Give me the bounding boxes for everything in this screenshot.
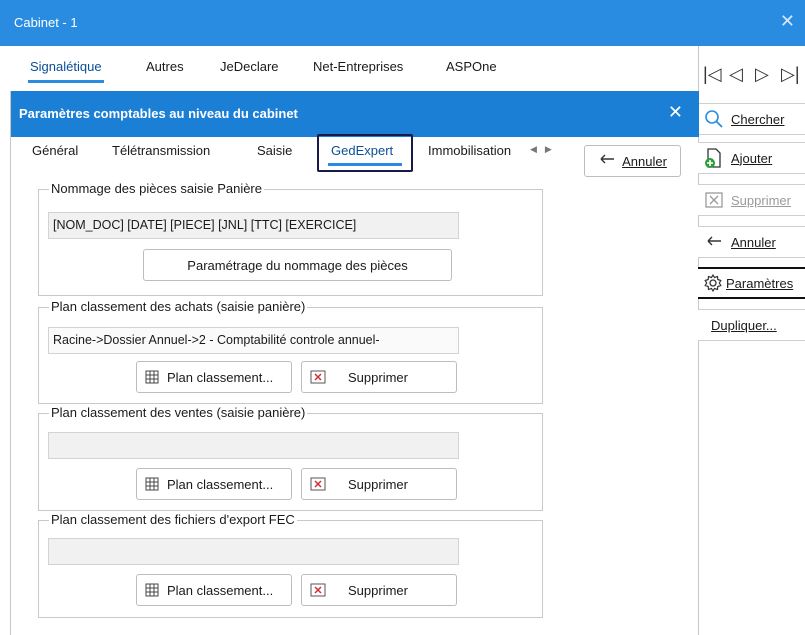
tab-aspone[interactable]: ASPOne [446,59,497,74]
group-plan-achats: Plan classement des achats (saisie paniè… [38,299,543,404]
grid-icon [145,477,159,491]
parametres-button[interactable]: Paramètres [696,267,805,299]
ajouter-button[interactable]: Ajouter [696,142,805,174]
tab-gedexpert[interactable]: GedExpert [317,134,413,172]
annuler-label: Annuler [622,153,667,169]
tab-gedexpert-label: GedExpert [331,143,394,158]
undo-icon [703,231,725,253]
next-record-icon[interactable]: ▷ [755,64,769,85]
plan-classement-label: Plan classement... [167,582,274,598]
right-action-panel: |◁ ◁ ▷ ▷| Chercher Ajouter Supprimer Ann… [696,46,805,635]
group-legend: Plan classement des fichiers d'export FE… [49,512,297,527]
dupliquer-label: Dupliquer... [711,317,777,333]
plan-classement-fec-button[interactable]: Plan classement... [136,574,292,606]
plan-achats-field[interactable]: Racine->Dossier Annuel->2 - Comptabilité… [48,327,459,354]
record-navigation: |◁ ◁ ▷ ▷| [699,64,805,88]
supprimer-achats-button[interactable]: Supprimer [301,361,457,393]
dialog-title-bar: Paramètres comptables au niveau du cabin… [11,91,699,137]
last-record-icon[interactable]: ▷| [781,64,800,85]
annuler-side-button[interactable]: Annuler [696,226,805,258]
supprimer-fec-button[interactable]: Supprimer [301,574,457,606]
supprimer-ventes-button[interactable]: Supprimer [301,468,457,500]
outer-tab-bar: Signalétique Autres JeDeclare Net-Entrep… [0,46,698,92]
delete-icon [703,189,725,211]
group-plan-fec: Plan classement des fichiers d'export FE… [38,512,543,618]
annuler-side-label: Annuler [731,234,776,250]
parametres-dialog: Paramètres comptables au niveau du cabin… [10,91,699,635]
plan-classement-achats-button[interactable]: Plan classement... [136,361,292,393]
grid-icon [145,370,159,384]
undo-icon [598,153,616,170]
outer-close-icon[interactable]: ✕ [780,11,795,32]
plan-classement-label: Plan classement... [167,476,274,492]
plan-fec-field[interactable] [48,538,459,565]
dialog-title: Paramètres comptables au niveau du cabin… [19,106,298,121]
parametrage-nommage-button[interactable]: Paramétrage du nommage des pièces [143,249,452,281]
group-legend: Nommage des pièces saisie Panière [49,181,264,196]
group-plan-ventes: Plan classement des ventes (saisie paniè… [38,405,543,511]
dialog-close-icon[interactable]: ✕ [668,102,683,123]
outer-title-bar: Cabinet - 1 ✕ [0,0,805,46]
tab-teletransmission[interactable]: Télétransmission [112,143,210,158]
tab-immobilisation[interactable]: Immobilisation [428,143,511,158]
plan-ventes-field[interactable] [48,432,459,459]
gear-icon [702,272,724,294]
supprimer-label: Supprimer [731,192,791,208]
tab-jedeclare[interactable]: JeDeclare [220,59,279,74]
plan-classement-label: Plan classement... [167,369,274,385]
tab-net-entreprises[interactable]: Net-Entreprises [313,59,403,74]
add-document-icon [703,147,725,169]
parametrage-nommage-label: Paramétrage du nommage des pièces [187,257,408,273]
grid-icon [145,583,159,597]
search-icon [703,108,725,130]
supprimer-label: Supprimer [348,369,408,385]
tab-signaletique[interactable]: Signalétique [28,59,104,83]
dupliquer-button[interactable]: Dupliquer... [696,309,805,341]
group-legend: Plan classement des ventes (saisie paniè… [49,405,308,420]
delete-icon [310,370,326,384]
chercher-button[interactable]: Chercher [696,103,805,135]
first-record-icon[interactable]: |◁ [703,64,722,85]
group-legend: Plan classement des achats (saisie paniè… [49,299,308,314]
tab-general[interactable]: Général [32,143,78,158]
nommage-pattern-field[interactable]: [NOM_DOC] [DATE] [PIECE] [JNL] [TTC] [EX… [48,212,459,239]
delete-icon [310,583,326,597]
ajouter-label: Ajouter [731,150,773,166]
supprimer-button[interactable]: Supprimer [696,184,805,216]
annuler-button[interactable]: Annuler [584,145,681,177]
parametres-label: Paramètres [726,275,794,291]
supprimer-label: Supprimer [348,476,408,492]
previous-record-icon[interactable]: ◁ [729,64,743,85]
group-nommage-pieces: Nommage des pièces saisie Panière [NOM_D… [38,181,543,296]
tab-scroll-arrows[interactable]: ◀▶ [530,144,560,155]
plan-classement-ventes-button[interactable]: Plan classement... [136,468,292,500]
supprimer-label: Supprimer [348,582,408,598]
outer-window-title: Cabinet - 1 [14,15,78,30]
chercher-label: Chercher [731,111,785,127]
delete-icon [310,477,326,491]
tab-autres[interactable]: Autres [146,59,184,74]
tab-saisie[interactable]: Saisie [257,143,292,158]
